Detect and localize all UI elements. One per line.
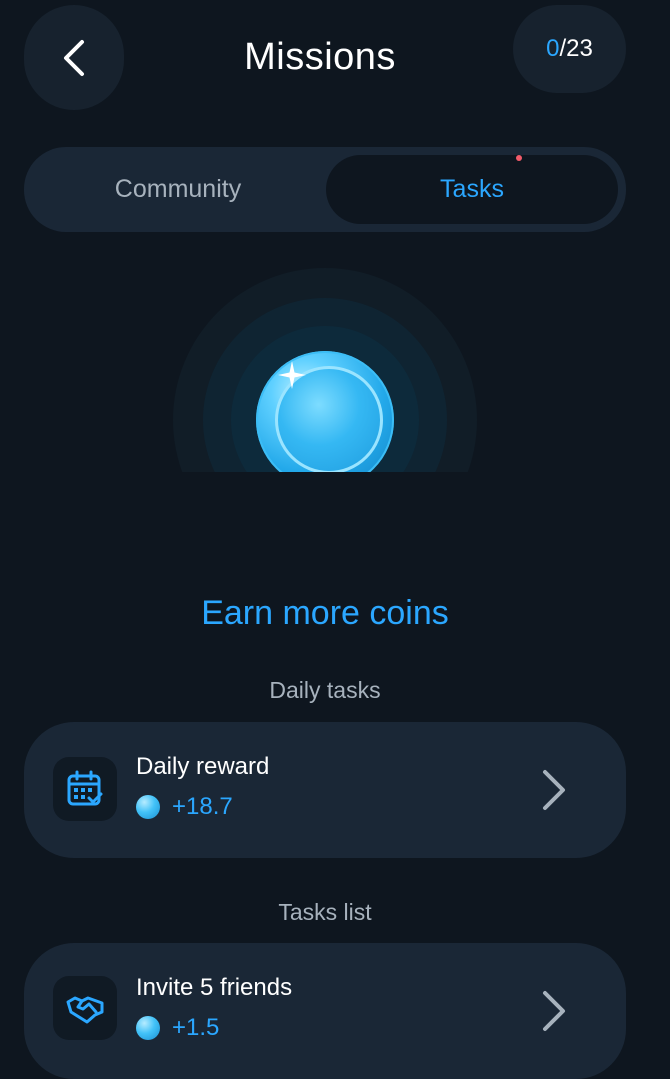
- page-title: Missions: [244, 36, 396, 78]
- daily-tasks-heading: Daily tasks: [269, 677, 381, 703]
- tab-tasks[interactable]: Tasks: [326, 155, 618, 224]
- task-card-daily-reward[interactable]: Daily reward +18.7: [24, 722, 626, 858]
- task-card-invite-friends[interactable]: Invite 5 friends +1.5: [24, 943, 626, 1079]
- completed-count: 0: [546, 35, 560, 62]
- coin-icon: [136, 795, 160, 819]
- chevron-left-icon: [64, 39, 84, 76]
- task-title: Daily reward: [136, 753, 270, 780]
- earn-headline: Earn more coins: [201, 594, 449, 632]
- total-count: /23: [559, 35, 593, 62]
- tab-bar: Community Tasks: [24, 147, 626, 232]
- coin-icon: [136, 1016, 160, 1040]
- handshake-icon: [53, 976, 117, 1040]
- task-reward: +1.5: [136, 1014, 219, 1042]
- reward-amount: +1.5: [172, 1014, 220, 1041]
- coin-illustration: [0, 260, 670, 472]
- missions-counter: 0/23: [513, 5, 626, 93]
- sparkle-icon: [278, 361, 306, 389]
- task-reward: +18.7: [136, 793, 233, 821]
- tasks-list-heading: Tasks list: [278, 899, 372, 925]
- tab-community[interactable]: Community: [32, 155, 324, 224]
- reward-amount: +18.7: [172, 793, 233, 820]
- notification-dot: [516, 155, 522, 161]
- chevron-right-icon: [543, 770, 565, 810]
- task-title: Invite 5 friends: [136, 974, 293, 1001]
- chevron-right-icon: [543, 991, 565, 1031]
- back-button[interactable]: [24, 5, 124, 110]
- calendar-check-icon: [53, 757, 117, 821]
